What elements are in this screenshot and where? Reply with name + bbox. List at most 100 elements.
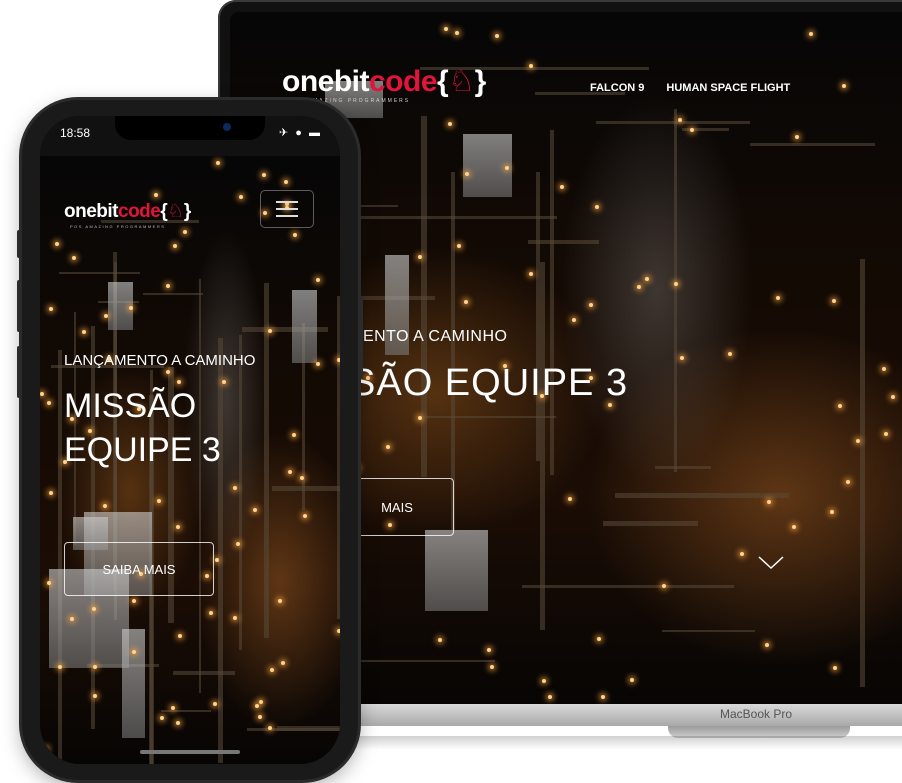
tower-light [160, 716, 165, 721]
tower-light [292, 433, 297, 438]
tower-light [46, 400, 51, 405]
tower-light [386, 445, 391, 450]
tower-light [728, 351, 733, 356]
tower-light [630, 677, 635, 682]
tower-light [883, 432, 888, 437]
rock-hand-icon: ♘ [167, 201, 184, 222]
tower-light [882, 366, 887, 371]
tower-beam [198, 279, 202, 694]
tower-light [54, 241, 59, 246]
tower-light [794, 135, 799, 140]
tower-light [559, 184, 564, 189]
tower-light [175, 525, 180, 530]
tower-light [437, 638, 442, 643]
tower-light [131, 599, 136, 604]
tower-beam [595, 121, 750, 125]
status-icons: ✈ ● ▬ [279, 127, 322, 139]
tower-light [528, 272, 533, 277]
tower-light [208, 610, 213, 615]
hamburger-line [276, 201, 298, 203]
tower-light [183, 229, 188, 234]
tower-light [212, 702, 217, 707]
tower-light [270, 668, 275, 673]
tower-light [299, 475, 304, 480]
hero-subtitle: LANÇAMENTO A CAMINHO [64, 352, 256, 369]
logo-brace-close: } [183, 201, 191, 222]
tower-beam [355, 216, 557, 219]
tower-light [673, 282, 678, 287]
tower-light [129, 305, 134, 310]
menu-item-falcon-9[interactable]: FALCON 9 [590, 82, 644, 94]
tower-beam [57, 350, 63, 764]
menu-item-human-space-flight[interactable]: HUMAN SPACE FLIGHT [666, 82, 790, 94]
tower-light [238, 194, 243, 199]
tower-light [740, 551, 745, 556]
tower-light [830, 510, 835, 515]
tower-light [293, 232, 298, 237]
tower-light [166, 283, 171, 288]
tower-light [336, 358, 340, 363]
hero-title: SÃO EQUIPE 3 [350, 362, 629, 404]
tower-beam [655, 465, 711, 470]
tower-light [92, 693, 97, 698]
tower-panel [463, 133, 512, 197]
tower-light [40, 391, 45, 396]
logo-brace-close: } [474, 65, 487, 98]
tower-light [103, 504, 108, 509]
tower-beam [522, 585, 735, 588]
tower-light [791, 524, 796, 529]
tower-light [175, 720, 180, 725]
front-camera [223, 123, 231, 131]
tower-light [255, 704, 260, 709]
brand-logo[interactable]: onebitcode{♘} [64, 200, 191, 223]
hero-title: MISSÃO EQUIPE 3 [64, 387, 221, 469]
tower-light [690, 128, 695, 133]
learn-more-button[interactable]: SAIBA MAIS [64, 542, 214, 596]
tower-light [595, 204, 600, 209]
tower-light [287, 470, 292, 475]
phone-power-button [359, 296, 363, 376]
tower-beam [450, 171, 455, 531]
tower-light [547, 695, 552, 700]
tower-light [316, 278, 321, 283]
phone-mute-switch [17, 230, 21, 258]
laptop-navbar: onebitcode{♘} POS AMAZING PROGRAMMERS FA… [230, 12, 902, 112]
tower-light [832, 298, 837, 303]
tower-light [284, 179, 289, 184]
phone-device: 18:58 ✈ ● ▬ onebitcode{♘} POS AMAZING PR… [17, 100, 363, 780]
tower-beam [172, 670, 236, 675]
tower-light [417, 415, 422, 420]
brand-logo[interactable]: onebitcode{♘} [282, 64, 486, 99]
tower-light [172, 243, 177, 248]
tower-light [775, 296, 780, 301]
tower-light [70, 616, 75, 621]
device-label: MacBook Pro [720, 707, 793, 721]
tower-light [153, 192, 158, 197]
tower-panel [121, 629, 145, 738]
tower-light [315, 362, 320, 367]
hamburger-line [276, 215, 298, 217]
tower-beam [550, 129, 555, 476]
tower-light [637, 284, 642, 289]
tower-panel [425, 530, 489, 612]
status-time: 18:58 [60, 126, 91, 140]
tower-light [157, 499, 162, 504]
tower-beam [425, 416, 556, 419]
tower-beam [276, 726, 340, 732]
tower-light [597, 637, 602, 642]
tower-light [252, 508, 257, 513]
tower-beam [239, 335, 243, 650]
hero-subtitle: IENTO A CAMINHO [358, 328, 508, 345]
tower-beam [681, 128, 730, 131]
tower-light [571, 318, 576, 323]
tower-light [765, 643, 770, 648]
logo-tagline: POS AMAZING PROGRAMMERS [70, 224, 166, 229]
tower-light [486, 648, 491, 653]
tower-beam [336, 296, 340, 620]
hamburger-menu-icon[interactable] [260, 190, 314, 228]
tower-light [261, 173, 266, 178]
logo-text-code: code [369, 65, 438, 98]
tower-beam [673, 109, 677, 472]
chevron-down-icon[interactable] [758, 556, 784, 570]
tower-light [464, 171, 469, 176]
